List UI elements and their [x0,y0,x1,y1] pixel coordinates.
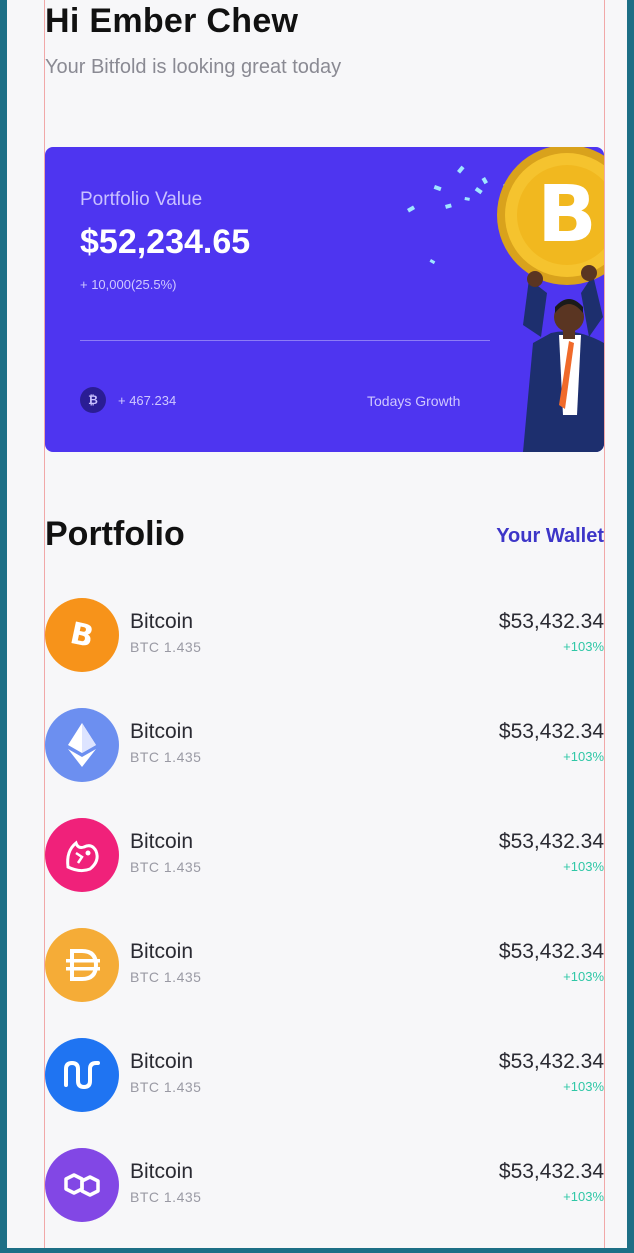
svg-text:B: B [67,616,97,655]
growth-value: + 467.234 [118,393,177,408]
asset-value: $53,432.34 [498,1160,604,1183]
portfolio-value-amount: $52,234.65 [80,223,251,261]
dai-icon [45,928,119,1002]
asset-row[interactable]: Bitcoin BTC 1.435 $53,432.34 +103% [45,705,604,815]
asset-value: $53,432.34 [498,1050,604,1073]
asset-name: Bitcoin [130,1160,194,1183]
asset-holding: BTC 1.435 [130,1079,202,1095]
app-screen: Hi Ember Chew Your Bitfold is looking gr… [7,0,627,1248]
asset-holding: BTC 1.435 [130,1189,202,1205]
asset-name: Bitcoin [130,610,194,633]
portfolio-section-title: Portfolio [45,515,185,553]
asset-row[interactable]: Bitcoin BTC 1.435 $53,432.34 +103% [45,1035,604,1145]
portfolio-value-label: Portfolio Value [80,189,203,210]
asset-change: +103% [563,1079,604,1094]
asset-holding: BTC 1.435 [130,859,202,875]
asset-change: +103% [563,859,604,874]
asset-name: Bitcoin [130,830,194,853]
asset-row[interactable]: Bitcoin BTC 1.435 $53,432.34 +103% [45,925,604,1035]
asset-name: Bitcoin [130,940,194,963]
your-wallet-link[interactable]: Your Wallet [496,525,604,548]
asset-value: $53,432.34 [498,940,604,963]
asset-holding: BTC 1.435 [130,749,202,765]
portfolio-value-card[interactable]: Portfolio Value $52,234.65 + 10,000(25.5… [45,147,604,452]
asset-name: Bitcoin [130,720,194,743]
asset-value: $53,432.34 [498,610,604,633]
layout-guide-right [604,0,605,1248]
asset-change: +103% [563,1189,604,1204]
bitcoin-icon: B [45,598,119,672]
uniswap-icon [45,818,119,892]
asset-holding: BTC 1.435 [130,639,202,655]
asset-name: Bitcoin [130,1050,194,1073]
asset-change: +103% [563,639,604,654]
asset-value: $53,432.34 [498,720,604,743]
asset-change: +103% [563,749,604,764]
man-holding-bitcoin-illustration: B [407,147,604,452]
asset-holding: BTC 1.435 [130,969,202,985]
nano-icon [45,1038,119,1112]
asset-change: +103% [563,969,604,984]
asset-row[interactable]: Bitcoin BTC 1.435 $53,432.34 +103% [45,815,604,925]
ethereum-icon [45,708,119,782]
greeting-title: Hi Ember Chew [45,2,299,40]
portfolio-value-change: + 10,000(25.5%) [80,277,177,292]
asset-value: $53,432.34 [498,830,604,853]
asset-list: B Bitcoin BTC 1.435 $53,432.34 +103% Bit… [45,595,604,1248]
polygon-icon [45,1148,119,1222]
asset-row[interactable]: Bitcoin BTC 1.435 $53,432.34 +103% [45,1145,604,1248]
greeting-subtitle: Your Bitfold is looking great today [45,56,342,78]
asset-row[interactable]: B Bitcoin BTC 1.435 $53,432.34 +103% [45,595,604,705]
coin-badge-icon: ₿ [80,387,106,413]
svg-text:B: B [537,170,596,260]
